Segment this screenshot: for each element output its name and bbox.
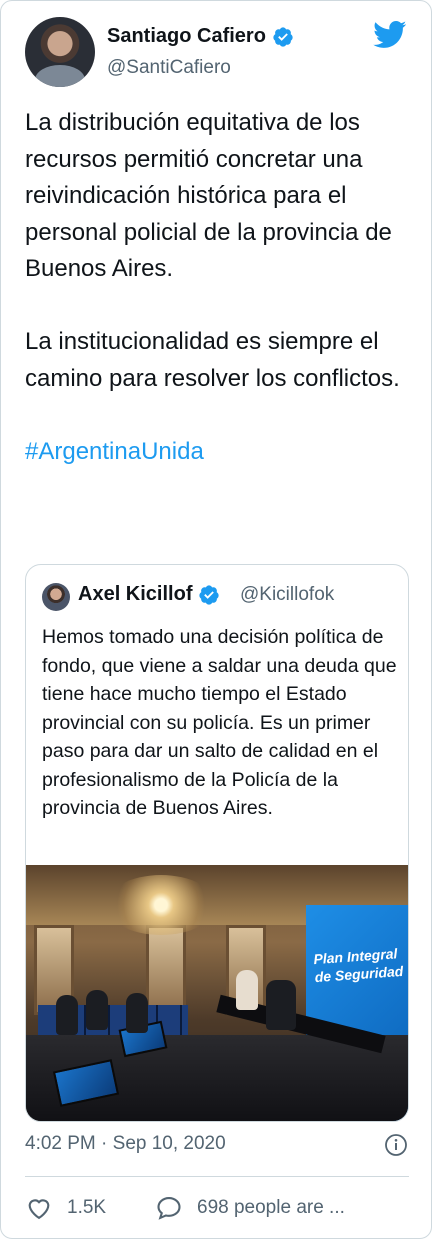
- author-handle[interactable]: @SantiCafiero: [107, 57, 231, 79]
- author-avatar[interactable]: [25, 17, 95, 87]
- quoted-tweet-text: Hemos tomado una decisión política de fo…: [42, 626, 397, 819]
- tweet-timestamp[interactable]: 4:02 PM · Sep 10, 2020: [25, 1133, 226, 1155]
- speech-bubble-icon: [157, 1197, 181, 1220]
- twitter-bird-icon[interactable]: [373, 21, 407, 49]
- reply-button[interactable]: 698 people are ...: [155, 1194, 345, 1222]
- like-count: 1.5K: [67, 1197, 107, 1218]
- quoted-author-name-row[interactable]: Axel Kicillof: [78, 583, 220, 606]
- verified-badge-icon: [273, 26, 293, 47]
- quoted-tweet[interactable]: Axel Kicillof @Kicillofok Hemos tomado u…: [25, 564, 409, 1122]
- tweet-card: Santiago Cafiero @SantiCafiero La distri…: [0, 0, 432, 1239]
- heart-icon: [28, 1199, 50, 1220]
- tweet-paragraph-2: La institucionalidad es siempre el camin…: [25, 328, 400, 392]
- reply-count-text: 698 people are ...: [197, 1197, 345, 1218]
- tweet-body: La distribución equitativa de los recurs…: [25, 105, 415, 470]
- author-name-row[interactable]: Santiago Cafiero: [107, 25, 294, 48]
- like-button[interactable]: 1.5K: [25, 1194, 106, 1222]
- quoted-tweet-photo[interactable]: Plan Integral de Seguridad: [26, 865, 408, 1121]
- quoted-author-avatar[interactable]: [42, 583, 70, 611]
- info-icon[interactable]: [384, 1133, 408, 1157]
- hashtag-link[interactable]: #ArgentinaUnida: [25, 434, 415, 471]
- tweet-paragraph-1: La distribución equitativa de los recurs…: [25, 109, 392, 282]
- photo-banner-text: Plan Integral de Seguridad: [312, 945, 404, 986]
- verified-badge-icon: [199, 584, 220, 605]
- author-name[interactable]: Santiago Cafiero: [107, 25, 266, 48]
- footer-divider: [25, 1176, 409, 1177]
- quoted-author-name[interactable]: Axel Kicillof: [78, 583, 192, 606]
- quoted-author-handle[interactable]: @Kicillofok: [240, 584, 334, 606]
